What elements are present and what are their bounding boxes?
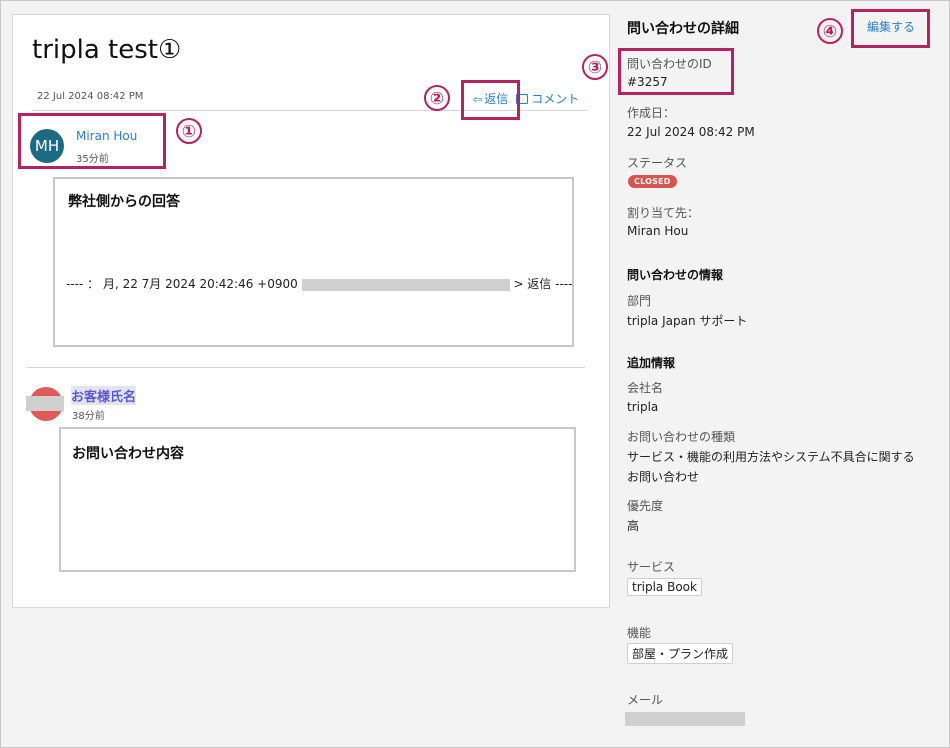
ticket-title: tripla test①: [32, 35, 182, 65]
assignee-value: Miran Hou: [627, 224, 689, 238]
ticket-card: tripla test① 22 Jul 2024 08:42 PM ⇦ 返信 コメン…: [12, 14, 610, 608]
annotation-box-4: [851, 9, 930, 48]
email-label: メール: [627, 693, 664, 707]
message-body: お問い合わせ内容: [59, 427, 576, 572]
quote-line: ---- ： 月, 22 7月 2024 20:42:46 +0900 > 返信…: [66, 275, 572, 292]
service-tag: tripla Book: [627, 578, 702, 596]
service-label: サービス: [627, 560, 676, 574]
message-body: 弊社側からの回答 ---- ： 月, 22 7月 2024 20:42:46 +…: [53, 177, 574, 347]
feature-tag: 部屋・プラン作成: [627, 643, 734, 664]
extra-info-heading: 追加情報: [627, 356, 676, 370]
priority-value: 高: [627, 519, 640, 533]
redacted-email: [625, 712, 745, 726]
quote-prefix: ---- ： 月, 22 7月 2024 20:42:46 +0900: [66, 277, 298, 291]
company-label: 会社名: [627, 381, 664, 395]
assignee-label: 割り当て先：: [627, 206, 700, 220]
inquiry-type-label: お問い合わせの種類: [627, 430, 736, 444]
status-badge: CLOSED: [628, 175, 677, 188]
message-body-title: お問い合わせ内容: [72, 446, 184, 462]
inquiry-type-value-line2: お問い合わせ: [627, 470, 700, 484]
redacted-avatar: [26, 396, 64, 411]
annotation-box-2: [461, 80, 520, 120]
company-value: tripla: [627, 400, 659, 414]
details-heading: 問い合わせの詳細: [627, 21, 739, 37]
department-label: 部門: [627, 294, 652, 308]
inquiry-type-value-line1: サービス・機能の利用方法やシステム不具合に関する: [627, 450, 915, 464]
message-author[interactable]: お客様氏名: [71, 386, 137, 405]
annotation-number-3: ③: [582, 54, 608, 80]
app-frame: tripla test① 22 Jul 2024 08:42 PM ⇦ 返信 コメン…: [0, 0, 950, 748]
created-label: 作成日：: [627, 106, 676, 120]
annotation-number-2: ②: [424, 85, 450, 111]
message-time: 38分前: [72, 411, 105, 422]
message-body-title: 弊社側からの回答: [68, 194, 180, 210]
message-divider: [27, 367, 585, 368]
annotation-number-1: ①: [176, 118, 202, 144]
annotation-box-1: [18, 113, 166, 169]
info-heading: 問い合わせの情報: [627, 268, 724, 282]
department-value: tripla Japan サポート: [627, 314, 748, 328]
redacted-email: [301, 278, 510, 291]
quote-suffix: > 返信 ----: [513, 277, 573, 291]
created-value: 22 Jul 2024 08:42 PM: [627, 125, 755, 139]
priority-label: 優先度: [627, 499, 664, 513]
comment-button[interactable]: コメント: [531, 92, 579, 106]
feature-label: 機能: [627, 626, 652, 640]
annotation-box-3: [618, 48, 734, 95]
annotation-number-4: ④: [817, 18, 843, 44]
ticket-date: 22 Jul 2024 08:42 PM: [37, 91, 144, 102]
status-label: ステータス: [627, 156, 688, 170]
